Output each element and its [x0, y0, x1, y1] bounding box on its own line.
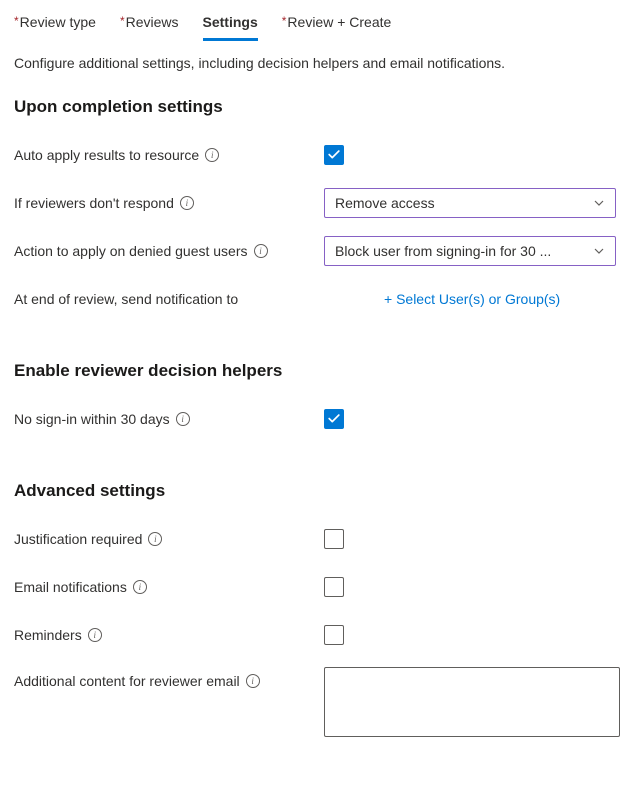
label-justification: Justification required	[14, 531, 142, 547]
select-denied-guest[interactable]: Block user from signing-in for 30 ...	[324, 236, 616, 266]
info-icon[interactable]: i	[246, 674, 260, 688]
info-icon[interactable]: i	[148, 532, 162, 546]
chevron-down-icon	[593, 245, 605, 257]
checkbox-justification[interactable]	[324, 529, 344, 549]
info-icon[interactable]: i	[176, 412, 190, 426]
label-denied-guest: Action to apply on denied guest users	[14, 243, 248, 259]
section-title-advanced: Advanced settings	[14, 481, 616, 501]
info-icon[interactable]: i	[205, 148, 219, 162]
chevron-down-icon	[593, 197, 605, 209]
checkbox-auto-apply[interactable]	[324, 145, 344, 165]
label-notify: At end of review, send notification to	[14, 291, 238, 307]
checkbox-no-signin[interactable]	[324, 409, 344, 429]
page-description: Configure additional settings, including…	[14, 55, 616, 71]
tab-reviews[interactable]: *Reviews	[120, 10, 179, 41]
info-icon[interactable]: i	[254, 244, 268, 258]
check-icon	[327, 148, 341, 162]
label-additional-content: Additional content for reviewer email	[14, 673, 240, 689]
section-completion: Upon completion settings Auto apply resu…	[14, 97, 616, 315]
checkbox-reminders[interactable]	[324, 625, 344, 645]
info-icon[interactable]: i	[133, 580, 147, 594]
check-icon	[327, 412, 341, 426]
tab-review-create[interactable]: *Review + Create	[282, 10, 392, 41]
label-no-signin: No sign-in within 30 days	[14, 411, 170, 427]
label-no-respond: If reviewers don't respond	[14, 195, 174, 211]
tab-settings[interactable]: Settings	[203, 10, 258, 41]
textarea-additional-content[interactable]	[324, 667, 620, 737]
tab-review-type[interactable]: *Review type	[14, 10, 96, 41]
link-select-users-groups[interactable]: + Select User(s) or Group(s)	[324, 291, 560, 307]
label-email-notifications: Email notifications	[14, 579, 127, 595]
section-helpers: Enable reviewer decision helpers No sign…	[14, 361, 616, 435]
info-icon[interactable]: i	[88, 628, 102, 642]
section-advanced: Advanced settings Justification required…	[14, 481, 616, 737]
info-icon[interactable]: i	[180, 196, 194, 210]
section-title-helpers: Enable reviewer decision helpers	[14, 361, 616, 381]
label-auto-apply: Auto apply results to resource	[14, 147, 199, 163]
label-reminders: Reminders	[14, 627, 82, 643]
tab-bar: *Review type *Reviews Settings *Review +…	[14, 10, 616, 41]
section-title-completion: Upon completion settings	[14, 97, 616, 117]
select-no-respond[interactable]: Remove access	[324, 188, 616, 218]
checkbox-email-notifications[interactable]	[324, 577, 344, 597]
